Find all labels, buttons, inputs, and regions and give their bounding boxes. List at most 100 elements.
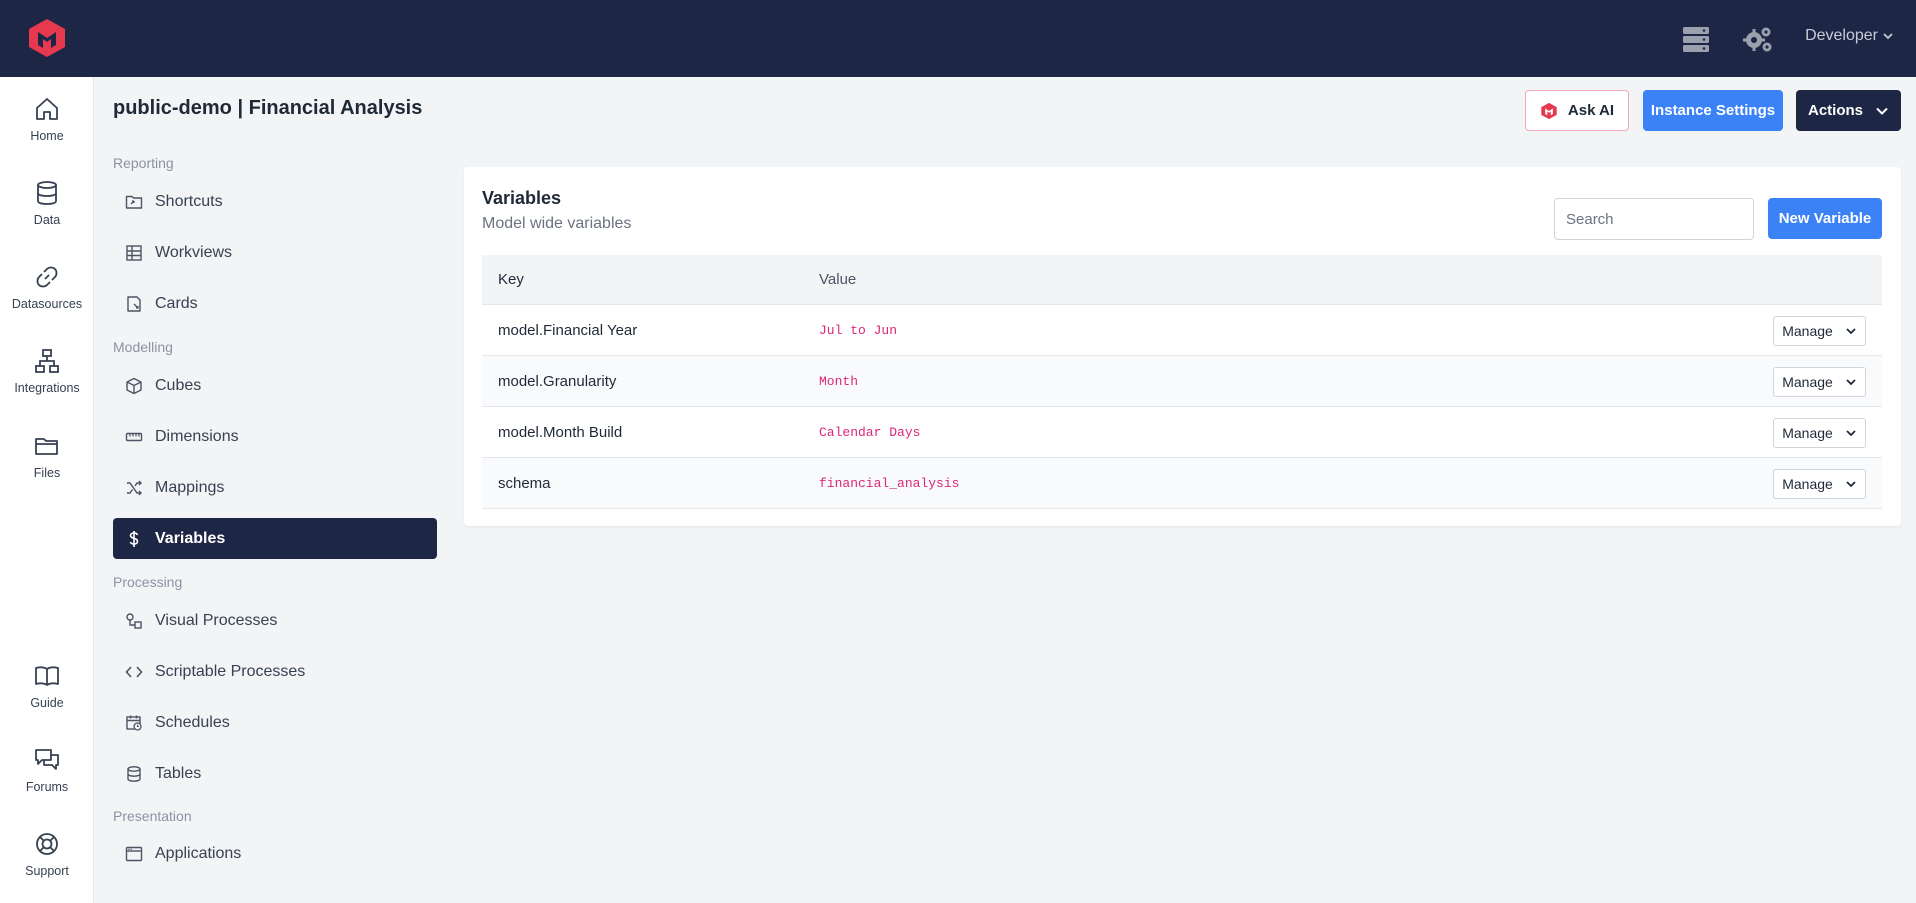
nav-item-scriptable-processes[interactable]: Scriptable Processes xyxy=(113,651,437,692)
variable-key: schema xyxy=(498,474,551,492)
new-variable-button[interactable]: New Variable xyxy=(1768,198,1882,239)
rail-label: Guide xyxy=(30,696,64,710)
chevron-down-icon xyxy=(1883,33,1893,40)
lifebuoy-icon xyxy=(36,833,58,855)
user-name: Developer xyxy=(1805,27,1878,44)
nav-item-variables[interactable]: Variables xyxy=(113,518,437,559)
variables-table: Key Value model.Financial Year Jul to Ju… xyxy=(482,255,1882,509)
variable-value: Month xyxy=(819,373,859,389)
top-bar: Developer xyxy=(0,0,1916,77)
ruler-icon xyxy=(125,432,143,441)
shuffle-icon xyxy=(127,480,142,495)
nav-item-dimensions[interactable]: Dimensions xyxy=(113,416,437,457)
column-header-key: Key xyxy=(498,271,524,288)
nav-item-cards[interactable]: Cards xyxy=(113,283,437,324)
folder-icon xyxy=(35,438,58,455)
nav-label: Dimensions xyxy=(155,427,239,445)
chevron-down-icon xyxy=(1846,430,1856,437)
rail-item-guide[interactable]: Guide xyxy=(0,662,94,724)
nav-label: Schedules xyxy=(155,713,230,731)
user-menu[interactable]: Developer xyxy=(1805,27,1894,45)
rail-label: Support xyxy=(25,864,69,878)
rail-item-files[interactable]: Files xyxy=(0,432,94,494)
calendar-clock-icon xyxy=(126,715,142,731)
grid-icon xyxy=(126,244,142,261)
card-subtitle: Model wide variables xyxy=(482,215,632,232)
nav-item-workviews[interactable]: Workviews xyxy=(113,232,437,273)
logo-icon xyxy=(1541,102,1557,119)
rail-item-forums[interactable]: Forums xyxy=(0,746,94,808)
flow-icon xyxy=(126,612,142,629)
table-row: schema financial_analysis Manage xyxy=(482,458,1882,509)
nav-item-mappings[interactable]: Mappings xyxy=(113,467,437,508)
nav-label: Visual Processes xyxy=(155,611,278,629)
rail-item-home[interactable]: Home xyxy=(0,95,94,157)
left-rail: Home Data Datasources Integrations Files… xyxy=(0,77,94,903)
server-icon[interactable] xyxy=(1680,24,1712,54)
database-icon xyxy=(37,181,57,205)
nav-label: Tables xyxy=(155,764,202,782)
variables-card: Variables Model wide variables New Varia… xyxy=(464,167,1901,526)
rail-item-data[interactable]: Data xyxy=(0,179,94,241)
nav-item-tables[interactable]: Tables xyxy=(113,753,437,794)
manage-button[interactable]: Manage xyxy=(1773,418,1866,448)
nav-section-processing: Processing xyxy=(113,574,183,590)
rail-item-support[interactable]: Support xyxy=(0,830,94,892)
search-input[interactable] xyxy=(1554,198,1754,240)
column-header-value: Value xyxy=(819,271,857,288)
manage-label: Manage xyxy=(1782,374,1833,390)
nav-item-visual-processes[interactable]: Visual Processes xyxy=(113,600,437,641)
actions-button[interactable]: Actions xyxy=(1796,90,1901,131)
rail-item-integrations[interactable]: Integrations xyxy=(0,347,94,409)
nav-label: Variables xyxy=(155,529,226,547)
nav-label: Cubes xyxy=(155,376,202,394)
variable-value: Calendar Days xyxy=(819,424,921,440)
rail-item-datasources[interactable]: Datasources xyxy=(0,263,94,325)
table-row: model.Financial Year Jul to Jun Manage xyxy=(482,305,1882,356)
ask-ai-button[interactable]: Ask AI xyxy=(1525,90,1629,131)
nav-item-shortcuts[interactable]: Shortcuts xyxy=(113,181,437,222)
variable-key: model.Granularity xyxy=(498,372,617,390)
nav-item-cubes[interactable]: Cubes xyxy=(113,365,437,406)
nav-section-modelling: Modelling xyxy=(113,339,173,355)
cube-icon xyxy=(126,377,142,394)
page-title: public-demo | Financial Analysis xyxy=(113,97,423,119)
chat-icon xyxy=(35,749,59,770)
nav-label: Cards xyxy=(155,294,198,312)
rail-label: Data xyxy=(33,213,61,227)
manage-button[interactable]: Manage xyxy=(1773,367,1866,397)
instance-settings-button[interactable]: Instance Settings xyxy=(1643,90,1783,131)
hierarchy-icon xyxy=(35,349,59,373)
home-icon xyxy=(36,98,58,120)
nav-item-schedules[interactable]: Schedules xyxy=(113,702,437,743)
database-icon xyxy=(127,765,141,782)
variable-key: model.Financial Year xyxy=(498,321,638,339)
rail-label: Forums xyxy=(25,780,69,794)
window-icon xyxy=(125,846,143,861)
rail-label: Home xyxy=(30,129,64,143)
variable-key: model.Month Build xyxy=(498,423,623,441)
chevron-down-icon xyxy=(1876,107,1888,115)
rail-label: Integrations xyxy=(14,381,80,395)
nav-section-presentation: Presentation xyxy=(113,808,192,824)
nav-item-applications[interactable]: Applications xyxy=(113,833,437,874)
gears-icon[interactable] xyxy=(1742,24,1774,54)
nav-label: Mappings xyxy=(155,478,225,496)
ask-ai-label: Ask AI xyxy=(1567,102,1615,119)
manage-label: Manage xyxy=(1782,476,1833,492)
table-row: model.Granularity Month Manage xyxy=(482,356,1882,407)
chevron-down-icon xyxy=(1846,481,1856,488)
nav-label: Scriptable Processes xyxy=(155,662,306,680)
code-icon xyxy=(125,665,143,678)
logo-icon[interactable] xyxy=(26,17,68,59)
book-icon xyxy=(35,666,59,686)
chevron-down-icon xyxy=(1846,379,1856,386)
manage-button[interactable]: Manage xyxy=(1773,316,1866,346)
manage-button[interactable]: Manage xyxy=(1773,469,1866,499)
dollar-icon xyxy=(129,530,139,547)
variable-value: financial_analysis xyxy=(819,475,960,491)
actions-label: Actions xyxy=(1807,102,1863,119)
rail-label: Files xyxy=(33,466,61,480)
manage-label: Manage xyxy=(1782,323,1833,339)
table-header: Key Value xyxy=(482,255,1882,305)
